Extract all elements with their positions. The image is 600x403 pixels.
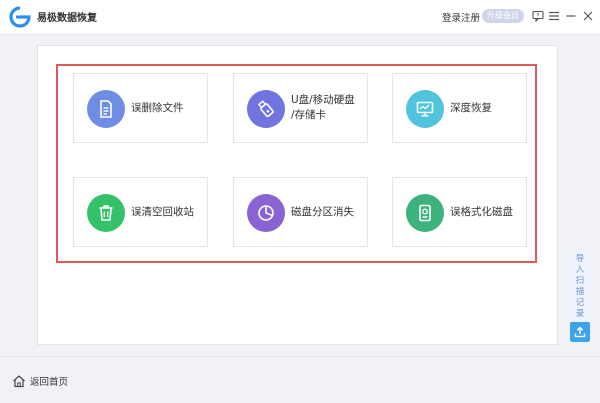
pie-chart-icon	[247, 194, 285, 232]
card-recycle-bin[interactable]: 误清空回收站	[73, 177, 208, 247]
card-label: 磁盘分区消失	[291, 205, 354, 218]
side-button-char: 扫	[575, 276, 585, 286]
card-partition-lost[interactable]: 磁盘分区消失	[233, 177, 368, 247]
card-label: U盘/移动硬盘	[291, 94, 355, 106]
title-bar: 易极数据恢复 登录注册 升级会员	[0, 0, 600, 35]
import-scan-record-button[interactable]: 导 入 扫 描 记 录	[568, 249, 592, 343]
minimize-icon[interactable]	[564, 9, 578, 23]
message-icon[interactable]	[531, 9, 545, 23]
card-label-line2: /存储卡	[291, 109, 327, 121]
monitor-icon	[406, 90, 444, 128]
side-button-char: 记	[575, 298, 585, 308]
logo-icon	[9, 6, 31, 28]
side-button-char: 描	[575, 287, 585, 297]
bottom-bar: 返回首页	[0, 356, 600, 403]
card-formatted-disk[interactable]: 误格式化磁盘	[392, 177, 527, 247]
side-button-char: 录	[575, 309, 585, 319]
card-label: 误删除文件	[131, 101, 184, 114]
card-usb-drive[interactable]: U盘/移动硬盘 /存储卡	[233, 73, 368, 143]
back-home-button[interactable]: 返回首页	[12, 374, 68, 388]
upload-icon[interactable]	[570, 322, 590, 342]
close-icon[interactable]	[581, 9, 595, 23]
card-deleted-files[interactable]: 误删除文件	[73, 73, 208, 143]
home-icon	[13, 375, 25, 388]
hard-disk-icon	[406, 194, 444, 232]
side-button-char: 导	[575, 254, 585, 264]
app-title: 易极数据恢复	[37, 13, 97, 24]
side-button-char: 入	[575, 265, 585, 275]
usb-drive-icon	[247, 90, 285, 128]
card-label: 误清空回收站	[131, 205, 194, 218]
card-deep-recovery[interactable]: 深度恢复	[392, 73, 527, 143]
back-home-label: 返回首页	[30, 377, 69, 388]
trash-icon	[87, 194, 125, 232]
card-label: 深度恢复	[450, 101, 492, 114]
card-label: 误格式化磁盘	[450, 205, 513, 218]
upgrade-member-button[interactable]: 升级会员	[482, 9, 524, 23]
menu-icon[interactable]	[547, 9, 561, 23]
login-register-link[interactable]: 登录注册	[442, 10, 480, 24]
document-icon	[87, 90, 125, 128]
